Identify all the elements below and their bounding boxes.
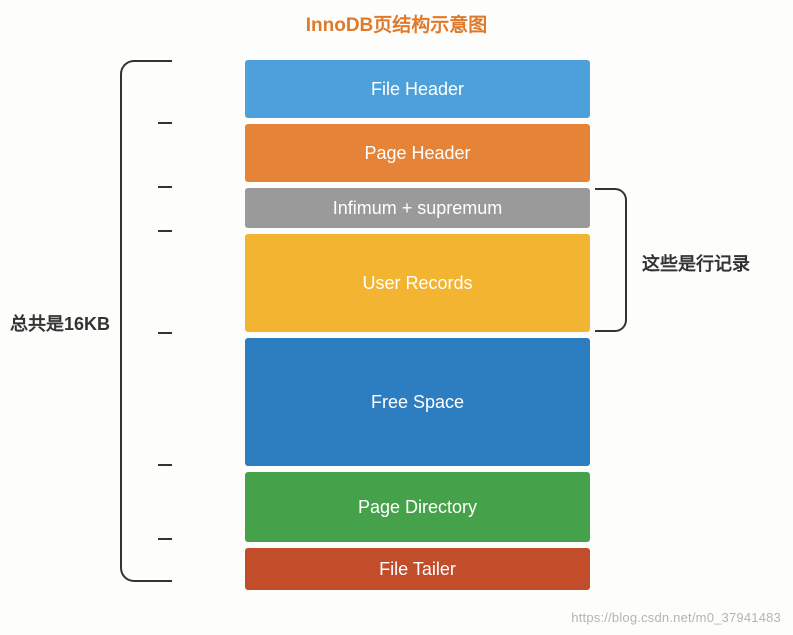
block-page-header: Page Header: [245, 124, 590, 182]
total-size-label: 总共是16KB: [10, 310, 110, 336]
total-size-bracket: [120, 60, 158, 582]
tick-column: [158, 60, 238, 582]
row-records-bracket: [595, 188, 627, 332]
block-infimum: Infimum + supremum: [245, 188, 590, 228]
row-records-label: 这些是行记录: [642, 250, 750, 276]
watermark: https://blog.csdn.net/m0_37941483: [571, 610, 781, 625]
diagram-title: InnoDB页结构示意图: [0, 10, 793, 37]
block-file-tailer: File Tailer: [245, 548, 590, 590]
block-file-header: File Header: [245, 60, 590, 118]
block-user-records: User Records: [245, 234, 590, 332]
block-page-directory: Page Directory: [245, 472, 590, 542]
block-free-space: Free Space: [245, 338, 590, 466]
page-structure-stack: File Header Page Header Infimum + suprem…: [245, 60, 590, 590]
